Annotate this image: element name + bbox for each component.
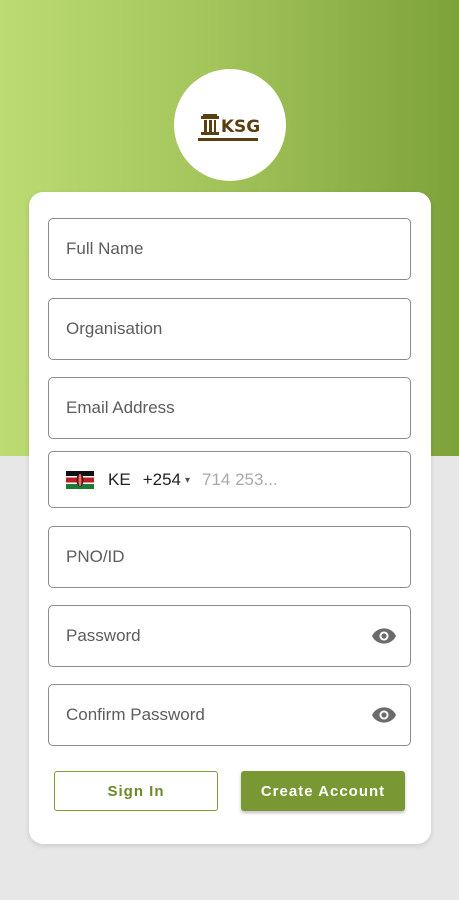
password-placeholder: Password — [66, 626, 141, 645]
logo-underline — [198, 138, 258, 141]
email-placeholder: Email Address — [66, 398, 175, 417]
pno-id-placeholder: PNO/ID — [66, 547, 125, 566]
eye-icon[interactable] — [371, 702, 397, 728]
full-name-field[interactable]: Full Name — [48, 218, 411, 280]
signup-card: Full Name Organisation Email Address KE … — [29, 192, 431, 844]
logo-badge: KSG — [174, 69, 286, 181]
ksg-logo: KSG — [200, 114, 260, 136]
organisation-field[interactable]: Organisation — [48, 298, 411, 360]
chevron-down-icon[interactable]: ▾ — [185, 475, 190, 486]
organisation-placeholder: Organisation — [66, 319, 163, 338]
phone-field[interactable]: KE +254 ▾ 714 253... — [48, 451, 411, 508]
email-field[interactable]: Email Address — [48, 377, 411, 439]
country-code[interactable]: KE — [108, 470, 131, 490]
pillar-icon — [200, 114, 219, 135]
dial-code[interactable]: +254 — [143, 470, 181, 490]
confirm-password-field[interactable]: Confirm Password — [48, 684, 411, 746]
logo-text: KSG — [220, 117, 261, 137]
sign-in-button[interactable]: Sign In — [54, 771, 218, 811]
confirm-password-placeholder: Confirm Password — [66, 705, 205, 724]
eye-icon[interactable] — [371, 623, 397, 649]
full-name-placeholder: Full Name — [66, 239, 144, 258]
kenya-flag-icon[interactable] — [66, 470, 94, 489]
phone-placeholder: 714 253... — [202, 469, 278, 489]
password-field[interactable]: Password — [48, 605, 411, 667]
create-account-button[interactable]: Create Account — [241, 771, 405, 811]
pno-id-field[interactable]: PNO/ID — [48, 526, 411, 588]
